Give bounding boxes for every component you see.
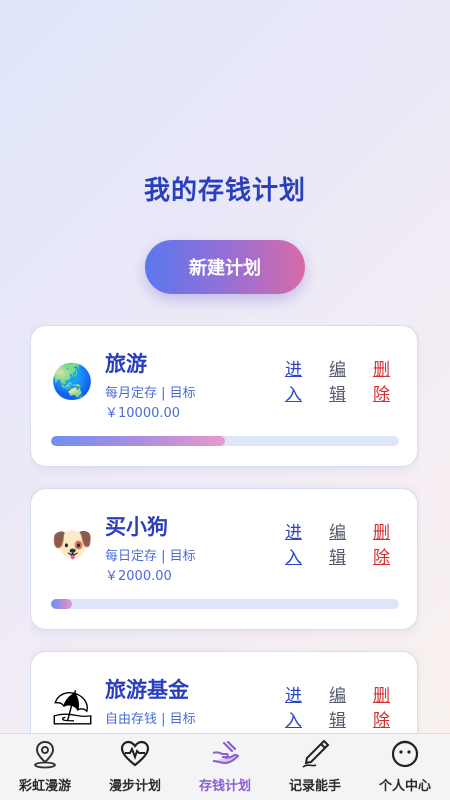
tab-label: 记录能手	[288, 779, 341, 794]
edit-link[interactable]: 编辑	[329, 358, 347, 408]
plan-description: 自由存钱 | 目标 ￥5000.00	[105, 712, 196, 733]
tab-walk-plan[interactable]: 漫步计划	[90, 734, 180, 800]
plan-name: 旅游基金	[105, 678, 189, 702]
plan-card[interactable]: 🐶 买小狗 每日定存 | 目标 ￥2000.00 进入 编辑 删除	[30, 488, 418, 630]
tab-record-master[interactable]: 记录能手	[270, 734, 360, 800]
tab-label: 彩虹漫游	[18, 779, 71, 794]
plan-description: 每日定存 | 目标 ￥2000.00	[105, 549, 196, 584]
tab-personal-center[interactable]: 个人中心	[360, 734, 450, 800]
dog-icon: 🐶	[51, 525, 94, 565]
edit-link[interactable]: 编辑	[329, 521, 347, 571]
savings-hand-icon	[212, 740, 240, 765]
tab-label: 个人中心	[378, 779, 431, 794]
face-icon	[391, 740, 419, 768]
new-plan-button[interactable]: 新建计划	[145, 240, 305, 294]
progress-bar	[51, 436, 399, 446]
plan-card[interactable]: ⛱ 旅游基金 自由存钱 | 目标 ￥5000.00 进入 编辑 删除	[30, 651, 418, 733]
plan-description: 每月定存 | 目标 ￥10000.00	[105, 386, 196, 421]
map-pin-icon	[34, 740, 56, 769]
enter-link[interactable]: 进入	[285, 684, 303, 733]
bottom-tab-bar: 彩虹漫游 漫步计划 存钱计划 记录能手 个人中心	[0, 733, 450, 800]
edit-link[interactable]: 编辑	[329, 684, 347, 733]
tab-label: 漫步计划	[108, 779, 161, 794]
enter-link[interactable]: 进入	[285, 358, 303, 408]
delete-link[interactable]: 删除	[373, 684, 391, 733]
plan-card[interactable]: 🌏 旅游 每月定存 | 目标 ￥10000.00 进入 编辑 删除	[30, 325, 418, 467]
heart-pulse-icon	[120, 740, 150, 767]
delete-link[interactable]: 删除	[373, 521, 391, 571]
enter-link[interactable]: 进入	[285, 521, 303, 571]
globe-icon: 🌏	[51, 362, 94, 402]
progress-fill	[51, 436, 225, 446]
beach-umbrella-icon: ⛱	[51, 688, 95, 728]
progress-bar	[51, 599, 399, 609]
plan-list[interactable]: 🌏 旅游 每月定存 | 目标 ￥10000.00 进入 编辑 删除 🐶 买小狗 …	[30, 325, 420, 733]
tab-savings-plan[interactable]: 存钱计划	[180, 734, 270, 800]
plan-name: 旅游	[105, 352, 147, 376]
progress-fill	[51, 599, 72, 609]
tab-rainbow-roam[interactable]: 彩虹漫游	[0, 734, 90, 800]
tab-label: 存钱计划	[198, 779, 251, 794]
delete-link[interactable]: 删除	[373, 358, 391, 408]
pen-icon	[302, 739, 330, 768]
plan-name: 买小狗	[105, 515, 168, 539]
page-title: 我的存钱计划	[143, 176, 306, 206]
